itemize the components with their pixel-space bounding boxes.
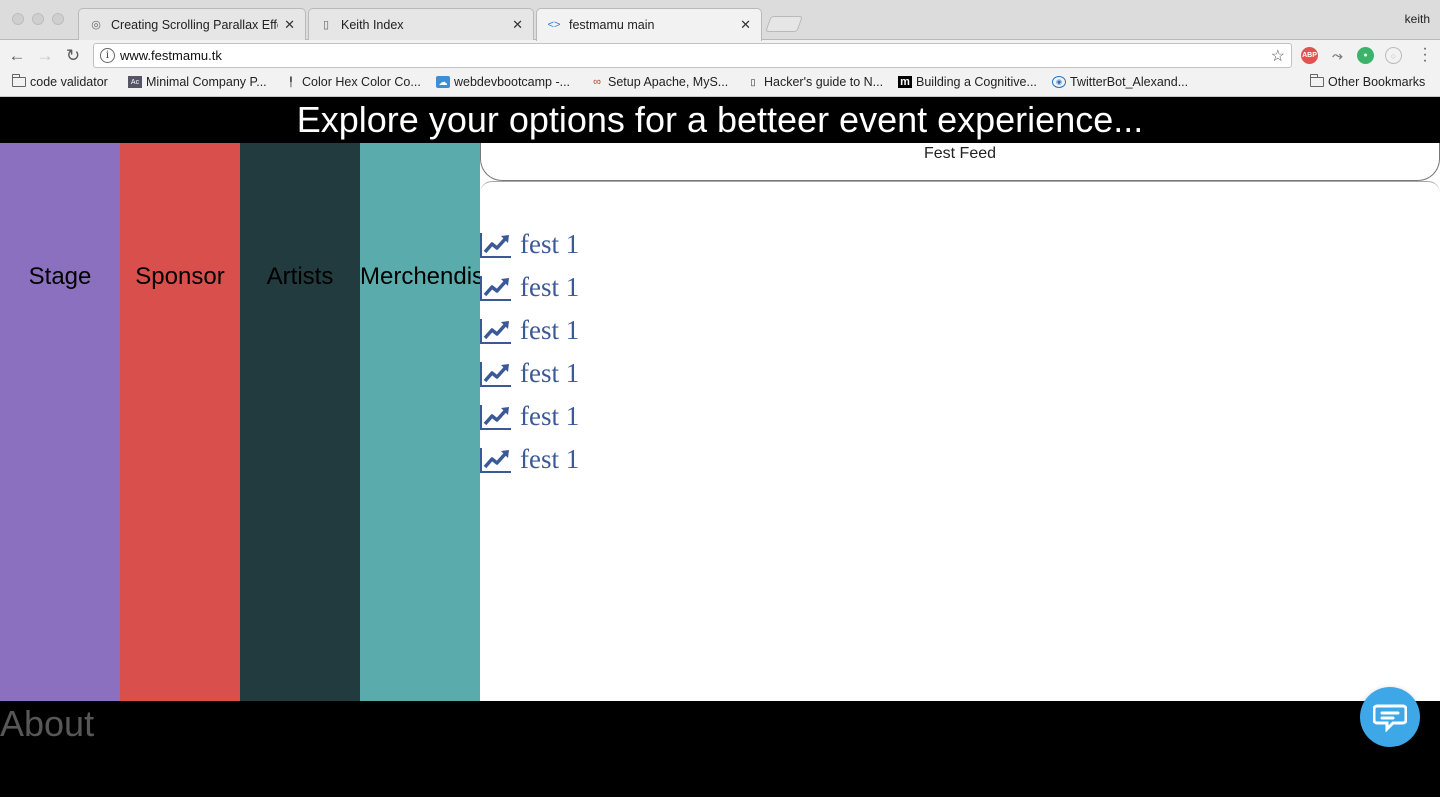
feed-item-label: fest 1	[520, 315, 580, 345]
close-icon[interactable]: ✕	[512, 17, 523, 33]
about-section: About	[0, 701, 1440, 797]
webpage: Explore your options for a betteer event…	[0, 97, 1440, 797]
back-arrow-icon[interactable]: ←	[6, 45, 28, 67]
feed-item-label: fest 1	[520, 358, 580, 388]
bookmark-label: Setup Apache, MyS...	[608, 75, 729, 89]
bookmark-webdevbootcamp[interactable]: ☁ webdevbootcamp -...	[436, 75, 570, 89]
bookmark-twitterbot[interactable]: ◉ TwitterBot_Alexand...	[1052, 75, 1188, 89]
page-icon: ▯	[322, 19, 330, 31]
close-icon[interactable]: ✕	[284, 17, 295, 33]
bookmark-label: code validator	[30, 75, 108, 89]
browser-chrome: ◎ Creating Scrolling Parallax Effe ✕ ▯ K…	[0, 0, 1440, 97]
code-icon: <>	[547, 19, 561, 31]
close-icon[interactable]: ✕	[740, 17, 751, 33]
tab-label: festmamu main	[569, 18, 655, 32]
bookmark-minimal-company[interactable]: Ac Minimal Company P...	[128, 75, 267, 89]
site-icon: ☁	[436, 76, 450, 88]
minimize-window-button[interactable]	[32, 13, 44, 25]
feed-title: Fest Feed	[480, 143, 1440, 181]
feed-item-label: fest 1	[520, 272, 580, 302]
feed-item[interactable]: fest 1	[480, 395, 579, 438]
site-icon: Ac	[128, 76, 142, 88]
bookmark-other-bookmarks[interactable]: Other Bookmarks	[1310, 74, 1426, 89]
feed-divider	[480, 181, 1440, 193]
panel-label: Artists	[266, 263, 334, 290]
bookmark-label: Minimal Company P...	[146, 75, 267, 89]
tab-creating-scrolling-parallax[interactable]: ◎ Creating Scrolling Parallax Effe ✕	[78, 8, 306, 40]
panel-stage[interactable]: Stage	[0, 143, 120, 701]
about-title: About	[0, 703, 95, 744]
folder-icon	[12, 74, 26, 88]
bookmark-label: Other Bookmarks	[1328, 75, 1426, 89]
feed-item[interactable]: fest 1	[480, 266, 579, 309]
bookmark-label: webdevbootcamp -...	[454, 75, 571, 89]
chat-button[interactable]	[1360, 687, 1420, 747]
address-bar[interactable]: i www.festmamu.tk ☆	[93, 43, 1292, 68]
browser-toolbar: ← → ↻ i www.festmamu.tk ☆ ABP ⤳ ● ○ · · ·	[0, 40, 1440, 71]
trending-up-chart-icon	[480, 404, 511, 430]
trending-up-chart-icon	[480, 275, 511, 301]
feed-item-label: fest 1	[520, 401, 580, 431]
tab-festmamu-main[interactable]: <> festmamu main ✕	[536, 8, 762, 41]
folder-icon	[1310, 74, 1324, 88]
pin-icon: ╿	[288, 76, 294, 87]
tab-label: Creating Scrolling Parallax Effe	[111, 17, 279, 32]
panel-label: Sponsor	[135, 263, 225, 290]
new-tab-button[interactable]	[765, 16, 803, 32]
trending-up-chart-icon	[480, 232, 511, 258]
bookmark-setup-apache[interactable]: ∞ Setup Apache, MyS...	[590, 75, 728, 89]
profile-name[interactable]: keith	[1405, 12, 1430, 26]
extension-icon[interactable]: ○	[1385, 47, 1402, 64]
bookmark-label: Color Hex Color Co...	[302, 75, 421, 89]
fest-feed: Fest Feed fest 1 fest 1 fest 1 fest 1 fest 1…	[480, 143, 1440, 701]
bookmark-code-validator[interactable]: code validator	[12, 74, 108, 89]
globe-icon: ◎	[91, 19, 101, 31]
bookmark-color-hex[interactable]: ╿ Color Hex Color Co...	[284, 75, 421, 89]
panel-artists[interactable]: Artists	[240, 143, 360, 701]
address-url[interactable]: www.festmamu.tk	[120, 48, 222, 63]
panel-sponsor[interactable]: Sponsor	[120, 143, 240, 701]
trending-up-chart-icon	[480, 361, 511, 387]
extension-icon[interactable]: ⤳	[1329, 47, 1346, 64]
trending-up-chart-icon	[480, 318, 511, 344]
trending-up-chart-icon	[480, 447, 511, 473]
bookmark-hackers-guide[interactable]: ▯ Hacker's guide to N...	[746, 75, 884, 89]
info-icon[interactable]: i	[100, 48, 115, 63]
feed-list: fest 1 fest 1 fest 1 fest 1 fest 1 fest 1	[480, 223, 579, 481]
m-icon: m	[898, 76, 912, 88]
feed-item[interactable]: fest 1	[480, 309, 579, 352]
tab-strip: ◎ Creating Scrolling Parallax Effe ✕ ▯ K…	[0, 0, 1440, 41]
feed-item[interactable]: fest 1	[480, 352, 579, 395]
feed-item[interactable]: fest 1	[480, 438, 579, 481]
bookmark-label: Building a Cognitive...	[916, 75, 1037, 89]
bookmark-building-cognitive[interactable]: m Building a Cognitive...	[898, 75, 1037, 89]
panel-label: Merchendise	[360, 263, 480, 290]
site-icon: ◉	[1052, 76, 1066, 88]
forward-arrow-icon[interactable]: →	[34, 45, 56, 67]
zoom-window-button[interactable]	[52, 13, 64, 25]
panel-label: Stage	[28, 263, 92, 290]
hero-title: Explore your options for a betteer event…	[0, 97, 1440, 143]
extension-icon[interactable]: ●	[1357, 47, 1374, 64]
feed-item-label: fest 1	[520, 229, 580, 259]
feed-item-label: fest 1	[520, 444, 580, 474]
tab-keith-index[interactable]: ▯ Keith Index ✕	[308, 8, 534, 40]
page-icon: ▯	[750, 76, 756, 87]
close-window-button[interactable]	[12, 13, 24, 25]
bookmark-star-icon[interactable]: ☆	[1271, 46, 1285, 66]
bookmark-label: Hacker's guide to N...	[764, 75, 884, 89]
site-icon: ∞	[593, 76, 601, 88]
bookmark-label: TwitterBot_Alexand...	[1070, 75, 1189, 89]
feed-item[interactable]: fest 1	[480, 223, 579, 266]
chat-bubble-icon	[1373, 704, 1407, 732]
tab-label: Keith Index	[341, 17, 404, 32]
bookmarks-bar: code validator Ac Minimal Company P... ╿…	[0, 71, 1440, 97]
adblock-icon[interactable]: ABP	[1301, 47, 1318, 64]
reload-icon[interactable]: ↻	[62, 45, 84, 67]
menu-icon[interactable]: · · ·	[1422, 41, 1428, 69]
panel-merchendise[interactable]: Merchendise	[360, 143, 480, 701]
